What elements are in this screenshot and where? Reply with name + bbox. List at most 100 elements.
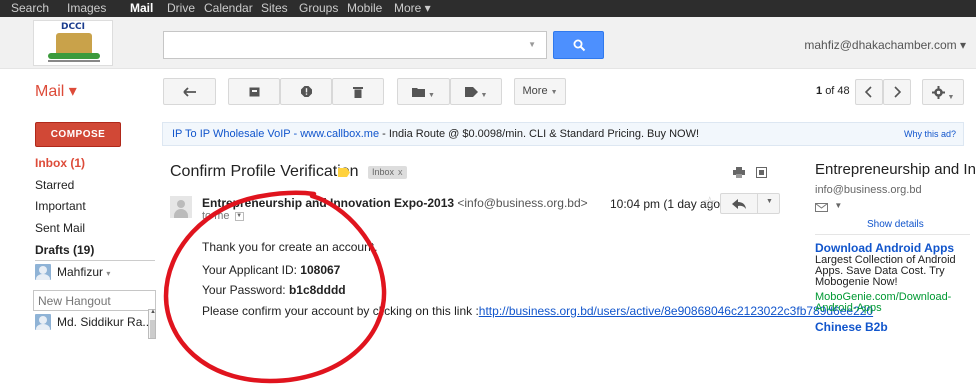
- contact-avatar[interactable]: [35, 314, 51, 330]
- ad-title-android-apps[interactable]: Download Android Apps: [815, 241, 954, 255]
- mail-menu[interactable]: Mail ▾: [35, 81, 77, 101]
- body-line-greeting: Thank you for create an account.: [202, 240, 378, 254]
- sender-avatar: [170, 196, 192, 218]
- recipient-label: to me: [202, 210, 230, 222]
- my-status-menu[interactable]: Mahfizur ▾: [57, 265, 110, 279]
- sidebar-divider: [35, 260, 155, 261]
- search-button[interactable]: [553, 31, 604, 59]
- chevron-down-icon: ▼: [480, 92, 488, 99]
- pager-total: of 48: [825, 85, 850, 97]
- folder-icon: [412, 88, 426, 97]
- chevron-down-icon: ▼: [834, 201, 843, 210]
- topnav-groups[interactable]: Groups: [299, 0, 338, 17]
- ad-text: IP To IP Wholesale VoIP - www.callbox.me…: [172, 128, 699, 140]
- sender-name[interactable]: Entrepreneurship and Innovation Expo-201…: [202, 196, 454, 210]
- newer-button[interactable]: [855, 79, 883, 105]
- chevron-down-icon: ▼: [550, 89, 558, 96]
- sidebar-item-inbox[interactable]: Inbox (1): [35, 156, 85, 170]
- chevron-down-icon: ▼: [428, 92, 435, 99]
- back-arrow-icon: [182, 87, 196, 97]
- inbox-label-chip: Inbox x: [368, 166, 407, 179]
- reply-options-chevron-icon[interactable]: ▼: [766, 198, 773, 205]
- sidebar-item-drafts[interactable]: Drafts (19): [35, 243, 94, 257]
- logo-grass-shape: [48, 53, 100, 59]
- labels-button[interactable]: ▼: [450, 78, 502, 105]
- chevron-right-icon: [894, 86, 902, 98]
- confirm-text: Please confirm your account by clicking …: [202, 304, 479, 318]
- topnav-more[interactable]: More ▾: [394, 0, 431, 17]
- topnav-mobile[interactable]: Mobile: [347, 0, 382, 17]
- reply-icon: [732, 199, 746, 209]
- pager-current: 1: [816, 85, 823, 97]
- contact-email-action[interactable]: ▼: [815, 201, 842, 215]
- more-button[interactable]: More ▼: [514, 78, 566, 105]
- report-spam-button[interactable]: [280, 78, 332, 105]
- topnav-drive[interactable]: Drive: [167, 0, 195, 17]
- envelope-icon: [815, 203, 828, 212]
- back-button[interactable]: [163, 78, 216, 105]
- chevron-down-icon: ▾: [106, 269, 111, 278]
- topnav-calendar[interactable]: Calendar: [204, 0, 253, 17]
- my-avatar[interactable]: [35, 264, 51, 280]
- inbox-label-text: Inbox: [372, 167, 395, 177]
- report-spam-icon: [300, 86, 312, 97]
- body-line-password: Your Password: b1c8dddd: [202, 283, 346, 297]
- topnav-mail[interactable]: Mail: [130, 0, 153, 17]
- compose-button[interactable]: COMPOSE: [35, 122, 121, 147]
- ad-title-chinese-b2b[interactable]: Chinese B2b: [815, 320, 888, 334]
- header: DCCI ▼ mahfiz@dhakachamber.com ▾: [0, 17, 976, 69]
- pager-count: 1 of 48: [816, 85, 850, 97]
- older-button[interactable]: [883, 79, 911, 105]
- contact-name[interactable]: Md. Siddikur Ra...: [57, 315, 152, 329]
- logo-building-shape: [56, 33, 92, 55]
- message-subject: Confirm Profile Verification: [170, 163, 359, 180]
- move-to-button[interactable]: ▼: [397, 78, 450, 105]
- password-label: Your Password:: [202, 283, 289, 297]
- applicant-id-value: 108067: [300, 263, 341, 277]
- gear-icon: [931, 86, 945, 99]
- archive-button[interactable]: [228, 78, 280, 105]
- star-icon[interactable]: ☆: [703, 193, 716, 211]
- search-input[interactable]: ▼: [163, 31, 547, 59]
- remove-label-icon[interactable]: x: [398, 167, 403, 177]
- search-options-chevron-icon[interactable]: ▼: [528, 40, 536, 49]
- sidebar-item-important[interactable]: Important: [35, 199, 86, 213]
- search-icon: [573, 39, 586, 52]
- contact-card-name: Entrepreneurship and Inno...: [815, 161, 976, 178]
- account-menu[interactable]: mahfiz@dhakachamber.com ▾: [804, 38, 966, 52]
- contact-card-email: info@business.org.bd: [815, 184, 922, 196]
- dcci-logo[interactable]: DCCI: [33, 20, 113, 66]
- reply-button-divider: [757, 194, 758, 213]
- top-nav-bar: Search Images Mail Drive Calendar Sites …: [0, 0, 976, 17]
- new-window-icon[interactable]: [756, 167, 767, 178]
- show-details-link[interactable]: Show details: [867, 219, 924, 230]
- contacts-scrollbar[interactable]: ▲: [148, 309, 156, 339]
- chevron-down-icon: ▼: [947, 94, 955, 101]
- new-hangout-input[interactable]: [33, 290, 156, 311]
- sidebar-item-sent-mail[interactable]: Sent Mail: [35, 221, 85, 235]
- print-icon[interactable]: [733, 167, 745, 178]
- topnav-images[interactable]: Images: [67, 0, 106, 17]
- reply-button[interactable]: ▼: [720, 193, 780, 214]
- scroll-thumb[interactable]: [150, 320, 155, 338]
- delete-button[interactable]: [332, 78, 384, 105]
- settings-button[interactable]: ▼: [922, 79, 964, 105]
- sidebar-item-starred[interactable]: Starred: [35, 178, 74, 192]
- sender-email: <info@business.org.bd>: [454, 196, 588, 210]
- why-this-ad-link[interactable]: Why this ad?: [904, 129, 956, 139]
- right-panel-divider: [815, 234, 970, 235]
- applicant-id-label: Your Applicant ID:: [202, 263, 301, 277]
- topnav-search[interactable]: Search: [11, 0, 49, 17]
- top-ad-bar: IP To IP Wholesale VoIP - www.callbox.me…: [162, 122, 964, 146]
- trash-icon: [353, 87, 363, 98]
- confirm-link[interactable]: http://business.org.bd/users/active/8e90…: [479, 304, 873, 318]
- ad-url-mobogenie[interactable]: MoboGenie.com/Download-Android-Apps: [815, 292, 975, 314]
- label-tag-icon: [464, 87, 478, 97]
- scroll-up-icon[interactable]: ▲: [150, 309, 156, 315]
- password-value: b1c8dddd: [288, 283, 346, 297]
- show-details-dropdown-icon[interactable]: ▼: [234, 211, 244, 221]
- ad-body-android-apps: Largest Collection of Android Apps. Save…: [815, 254, 956, 288]
- topnav-sites[interactable]: Sites: [261, 0, 288, 17]
- ad-link[interactable]: IP To IP Wholesale VoIP - www.callbox.me: [172, 128, 379, 140]
- logo-text: DCCI: [60, 22, 86, 32]
